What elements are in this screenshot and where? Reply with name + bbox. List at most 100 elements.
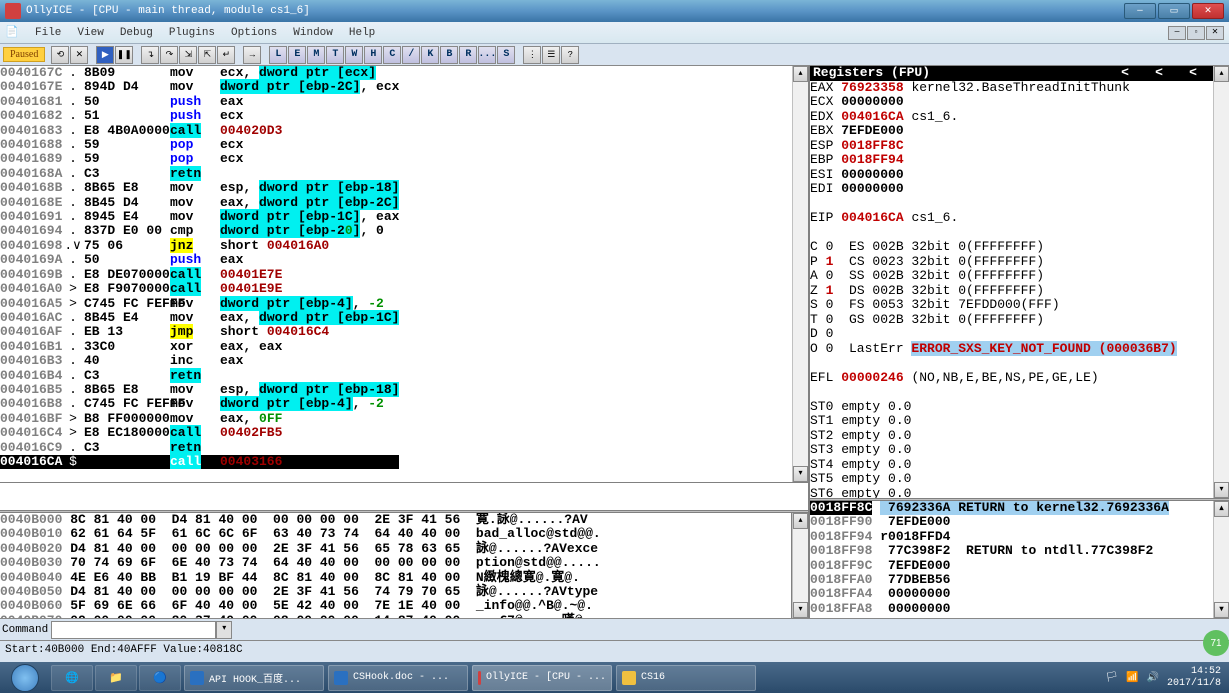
register-eip[interactable]: EIP 004016CA cs1_6.	[810, 211, 1213, 226]
stack-row[interactable]: 0018FFA8 00000000	[810, 602, 1213, 616]
register-row[interactable]: EBX 7EFDE000	[810, 124, 1213, 139]
disasm-row[interactable]: 00401691.8945 E4movdword ptr [ebp-1C], e…	[0, 210, 399, 224]
disasm-row[interactable]: 0040168E.8B45 D4moveax, dword ptr [ebp-2…	[0, 196, 399, 210]
disasm-row[interactable]: 0040167C.8B09movecx, dword ptr [ecx]	[0, 66, 399, 80]
taskbar-task[interactable]: CSHook.doc - ...	[328, 665, 468, 691]
minimize-button[interactable]: ─	[1124, 3, 1156, 19]
disasm-scrollbar[interactable]: ▴▾	[792, 66, 808, 482]
toolbar-b-button[interactable]: B	[440, 46, 458, 64]
menu-plugins[interactable]: Plugins	[161, 25, 223, 41]
fpu-row[interactable]: ST6 empty 0.0	[810, 487, 1213, 499]
disasm-row[interactable]: 00401694.837D E0 00cmpdword ptr [ebp-20]…	[0, 224, 399, 238]
mdi-restore-button[interactable]: ▫	[1187, 26, 1205, 40]
stack-row[interactable]: 0018FFA0 77DBEB56	[810, 573, 1213, 587]
tray-network-icon[interactable]: 📶	[1126, 672, 1138, 684]
flag-row[interactable]: P 1 CS 0023 32bit 0(FFFFFFFF)	[810, 255, 1213, 270]
menu-help[interactable]: Help	[341, 25, 383, 41]
taskbar-task[interactable]: API HOOK_百度...	[184, 665, 324, 691]
fpu-row[interactable]: ST5 empty 0.0	[810, 472, 1213, 487]
flag-row[interactable]: T 0 GS 002B 32bit 0(FFFFFFFF)	[810, 313, 1213, 328]
stack-row[interactable]: 0018FF94 r0018FFD4	[810, 530, 1213, 544]
disasm-row[interactable]: 004016C9.C3retn	[0, 441, 399, 455]
menu-file[interactable]: File	[27, 25, 69, 41]
start-button[interactable]	[0, 662, 50, 693]
flag-row[interactable]: D 0	[810, 327, 1213, 342]
toolbar-c-button[interactable]: C	[383, 46, 401, 64]
mdi-close-button[interactable]: ✕	[1206, 26, 1224, 40]
register-row[interactable]: ESI 00000000	[810, 168, 1213, 183]
restart-button[interactable]: ⟲	[51, 46, 69, 64]
help-button[interactable]: ?	[561, 46, 579, 64]
disasm-row[interactable]: 004016CA$E8 971A0000call00403166	[0, 455, 399, 469]
toolbar-r-button[interactable]: R	[459, 46, 477, 64]
flag-row[interactable]: Z 1 DS 002B 32bit 0(FFFFFFFF)	[810, 284, 1213, 299]
pinned-ie[interactable]: 🌐	[51, 665, 93, 691]
disasm-row[interactable]: 0040168A.C3retn	[0, 167, 399, 181]
disasm-row[interactable]: 0040169A.50pusheax	[0, 253, 399, 267]
dump-row[interactable]: 0040B070 02 00 00 00 80 37 40 00 08 00 0…	[0, 614, 791, 618]
register-row[interactable]: EBP 0018FF94	[810, 153, 1213, 168]
stack-row[interactable]: 0018FF98 77C398F2 RETURN to ntdll.77C398…	[810, 544, 1213, 558]
hex-dump-pane[interactable]: 0040B000 8C 81 40 00 D4 81 40 00 00 00 0…	[0, 513, 792, 618]
registers-pane[interactable]: Registers (FPU)<<<EAX 76923358 kernel32.…	[810, 66, 1229, 498]
options-button[interactable]: ⋮	[523, 46, 541, 64]
menu-options[interactable]: Options	[223, 25, 285, 41]
toolbar-t-button[interactable]: T	[326, 46, 344, 64]
flag-row[interactable]: S 0 FS 0053 32bit 7EFDD000(FFF)	[810, 298, 1213, 313]
goto-button[interactable]: →	[243, 46, 261, 64]
disasm-row[interactable]: 004016C4>E8 EC180000call00402FB5	[0, 426, 399, 440]
mdi-minimize-button[interactable]: ─	[1168, 26, 1186, 40]
trace-into-button[interactable]: ⇲	[179, 46, 197, 64]
pinned-chrome[interactable]: 🔵	[139, 665, 181, 691]
disasm-row[interactable]: 004016A5>C745 FC FEFFFmovdword ptr [ebp-…	[0, 297, 399, 311]
disasm-row[interactable]: 004016BF>B8 FF000000moveax, 0FF	[0, 412, 399, 426]
toolbar-/-button[interactable]: /	[402, 46, 420, 64]
stack-row[interactable]: 0018FF8C 7692336A RETURN to kernel32.769…	[810, 501, 1213, 515]
step-over-button[interactable]: ↷	[160, 46, 178, 64]
close-button[interactable]: ✕	[1192, 3, 1224, 19]
taskbar-task[interactable]: CS16	[616, 665, 756, 691]
tray-flag-icon[interactable]: 🏳	[1105, 672, 1118, 684]
stack-pane[interactable]: 0018FF8C 7692336A RETURN to kernel32.769…	[810, 501, 1229, 618]
disasm-row[interactable]: 00401683.E8 4B0A0000call004020D3	[0, 124, 399, 138]
fpu-row[interactable]: ST1 empty 0.0	[810, 414, 1213, 429]
pause-button[interactable]: ❚❚	[115, 46, 133, 64]
stack-row[interactable]: 0018FF9C 7EFDE000	[810, 559, 1213, 573]
dump-row[interactable]: 0040B030 70 74 69 6F 6E 40 73 74 64 40 4…	[0, 556, 791, 570]
disasm-row[interactable]: 004016B4.C3retn	[0, 369, 399, 383]
fpu-row[interactable]: ST3 empty 0.0	[810, 443, 1213, 458]
flag-row[interactable]: C 0 ES 002B 32bit 0(FFFFFFFF)	[810, 240, 1213, 255]
fpu-row[interactable]: ST2 empty 0.0	[810, 429, 1213, 444]
disasm-row[interactable]: 0040167E.894D D4movdword ptr [ebp-2C], e…	[0, 80, 399, 94]
toolbar-h-button[interactable]: H	[364, 46, 382, 64]
disasm-row[interactable]: 004016B3.40inceax	[0, 354, 399, 368]
toolbar-...-button[interactable]: ...	[478, 46, 496, 64]
toolbar-m-button[interactable]: M	[307, 46, 325, 64]
disasm-row[interactable]: 004016A0>E8 F9070000call00401E9E	[0, 282, 399, 296]
disasm-row[interactable]: 004016AC.8B45 E4moveax, dword ptr [ebp-1…	[0, 311, 399, 325]
disasm-row[interactable]: 004016B1.33C0xoreax, eax	[0, 340, 399, 354]
register-row[interactable]: EDX 004016CA cs1_6.	[810, 110, 1213, 125]
toolbar-k-button[interactable]: K	[421, 46, 439, 64]
menu-window[interactable]: Window	[285, 25, 341, 41]
disasm-row[interactable]: 00401698.∨75 06jnzshort 004016A0	[0, 239, 399, 253]
toolbar-s-button[interactable]: S	[497, 46, 515, 64]
disasm-row[interactable]: 004016B8.C745 FC FEFFFmovdword ptr [ebp-…	[0, 397, 399, 411]
dump-row[interactable]: 0040B040 4E E6 40 BB B1 19 BF 44 8C 81 4…	[0, 571, 791, 585]
dump-row[interactable]: 0040B050 D4 81 40 00 00 00 00 00 2E 3F 4…	[0, 585, 791, 599]
register-row[interactable]: ECX 00000000	[810, 95, 1213, 110]
menu-debug[interactable]: Debug	[112, 25, 161, 41]
dump-scrollbar[interactable]: ▴▾	[792, 513, 808, 618]
notification-badge[interactable]: 71	[1203, 630, 1229, 656]
run-till-return-button[interactable]: ↵	[217, 46, 235, 64]
fpu-row[interactable]: ST0 empty 0.0	[810, 400, 1213, 415]
command-input[interactable]	[51, 621, 216, 639]
flag-row[interactable]: A 0 SS 002B 32bit 0(FFFFFFFF)	[810, 269, 1213, 284]
toolbar-w-button[interactable]: W	[345, 46, 363, 64]
dump-row[interactable]: 0040B010 62 61 64 5F 61 6C 6C 6F 63 40 7…	[0, 527, 791, 541]
disasm-row[interactable]: 00401688.59popecx	[0, 138, 399, 152]
stack-row[interactable]: 0018FFA4 00000000	[810, 587, 1213, 601]
toolbar-e-button[interactable]: E	[288, 46, 306, 64]
disasm-row[interactable]: 00401682.51pushecx	[0, 109, 399, 123]
regs-scrollbar[interactable]: ▴▾	[1213, 66, 1229, 498]
